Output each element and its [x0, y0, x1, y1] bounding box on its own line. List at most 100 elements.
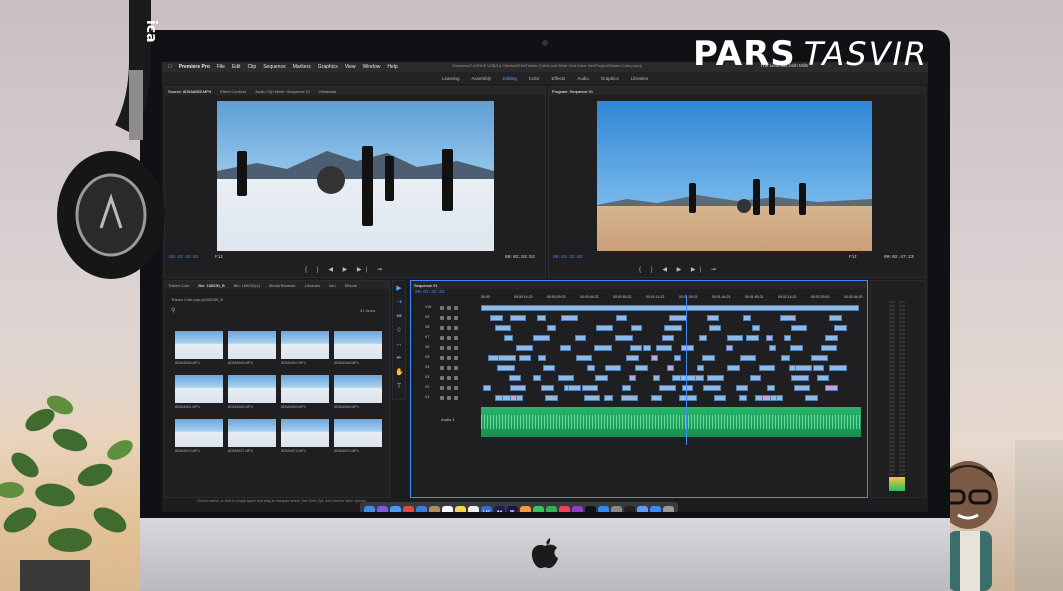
- timeline-clip[interactable]: [616, 315, 627, 321]
- dock-icon-music[interactable]: [559, 505, 570, 512]
- program-timecode[interactable]: 00:01:32:02: [553, 255, 583, 260]
- bin-item[interactable]: 8D5A6970.MP4: [175, 419, 223, 457]
- dock-icon-app-store[interactable]: [598, 505, 609, 512]
- timeline-clip[interactable]: [594, 345, 612, 351]
- track-header[interactable]: V3: [425, 375, 475, 381]
- timeline-clip[interactable]: [584, 395, 600, 401]
- timeline-clip[interactable]: [703, 385, 721, 391]
- timeline-clip[interactable]: [630, 345, 642, 351]
- timeline-clip[interactable]: [533, 335, 550, 341]
- bin-item[interactable]: 8D5A6946.MP4: [228, 331, 276, 369]
- dock-icon-calendar[interactable]: [442, 505, 453, 512]
- timeline-clip[interactable]: [746, 335, 759, 341]
- track-header[interactable]: V6: [425, 345, 475, 351]
- timeline-clip[interactable]: [681, 345, 694, 351]
- timeline-clip[interactable]: [736, 385, 748, 391]
- track-select-icon[interactable]: ⇢: [395, 299, 403, 307]
- bin-item[interactable]: 8D5A6971.MP4: [228, 419, 276, 457]
- track-header[interactable]: V4: [425, 365, 475, 371]
- timeline-clip[interactable]: [538, 355, 546, 361]
- timeline-clip[interactable]: [643, 345, 651, 351]
- timeline-clip[interactable]: [576, 355, 592, 361]
- timeline-clip[interactable]: [621, 395, 638, 401]
- dock-icon-prefs[interactable]: [611, 505, 622, 512]
- menu-edit[interactable]: Edit: [232, 64, 241, 70]
- track-header[interactable]: V9: [425, 315, 475, 321]
- timeline-clip[interactable]: [481, 305, 859, 311]
- timeline-clip[interactable]: [497, 365, 515, 371]
- bin-item[interactable]: 8D5A6961.MP4: [175, 375, 223, 413]
- timeline-clip[interactable]: [780, 315, 796, 321]
- timeline-clip[interactable]: [545, 395, 558, 401]
- program-transport-controls[interactable]: { } ◀ ▶ ▶| ⇥: [639, 266, 720, 273]
- tab-libraries[interactable]: Libraries: [305, 283, 320, 288]
- dock-icon-ae[interactable]: Ae: [494, 505, 505, 512]
- timeline-clip[interactable]: [626, 355, 639, 361]
- timeline-clip[interactable]: [791, 375, 809, 381]
- timeline-clip[interactable]: [829, 315, 842, 321]
- timeline-clip[interactable]: [595, 375, 608, 381]
- menu-file[interactable]: File: [217, 64, 225, 70]
- timeline-clip[interactable]: [483, 385, 491, 391]
- timeline-clip[interactable]: [541, 385, 554, 391]
- timeline-clip[interactable]: [635, 365, 648, 371]
- timeline-clip[interactable]: [629, 375, 636, 381]
- ripple-edit-icon[interactable]: ⇹: [395, 313, 403, 321]
- timeline-clip[interactable]: [795, 365, 812, 371]
- menu-sequence[interactable]: Sequence: [263, 64, 286, 70]
- timeline-timecode[interactable]: 00:01:32:02: [415, 290, 445, 295]
- timeline-clip[interactable]: [510, 315, 526, 321]
- ws-editing[interactable]: Editing: [503, 76, 517, 81]
- timeline-clip[interactable]: [813, 365, 824, 371]
- playhead[interactable]: [686, 295, 687, 445]
- menu-graphics[interactable]: Graphics: [318, 64, 338, 70]
- timeline-clip[interactable]: [664, 325, 682, 331]
- timeline-clip[interactable]: [490, 315, 503, 321]
- timeline-clip[interactable]: [679, 395, 697, 401]
- timeline-ruler[interactable]: 00:00 00:00:14:23 00:00:29:23 00:00:44:22 00…: [481, 295, 863, 301]
- dock-icon-trash[interactable]: [663, 505, 674, 512]
- bin-item[interactable]: 8D5A6945.MP4: [175, 331, 223, 369]
- track-header[interactable]: V2: [425, 385, 475, 391]
- ws-assembly[interactable]: Assembly: [471, 76, 491, 81]
- timeline-clip[interactable]: [582, 385, 598, 391]
- dock-icon-facetime[interactable]: [546, 505, 557, 512]
- timeline-clip[interactable]: [834, 325, 847, 331]
- ws-color[interactable]: Color: [529, 76, 540, 81]
- dock-icon-terminal[interactable]: [624, 505, 635, 512]
- dock-icon-notes[interactable]: [455, 505, 466, 512]
- timeline-clip[interactable]: [558, 375, 574, 381]
- timeline-clip[interactable]: [776, 395, 783, 401]
- timeline-clip[interactable]: [767, 385, 775, 391]
- source-transport-controls[interactable]: { } ◀ ▶ ▶| ⇥: [305, 266, 386, 273]
- timeline-clip[interactable]: [510, 385, 526, 391]
- timeline-clip[interactable]: [516, 345, 533, 351]
- timeline-clip[interactable]: [622, 385, 631, 391]
- dock-icon-messages[interactable]: [533, 505, 544, 512]
- bin-item[interactable]: 8D5A6963.MP4: [281, 375, 329, 413]
- dock-icon-reminders[interactable]: [468, 505, 479, 512]
- timeline-clip[interactable]: [709, 325, 721, 331]
- tab-program[interactable]: Program: Sequence 01: [552, 89, 593, 94]
- timeline-clip[interactable]: [759, 365, 775, 371]
- dock-icon-mail[interactable]: [416, 505, 427, 512]
- tab-media-browser[interactable]: Media Browser: [269, 283, 296, 288]
- ws-graphics[interactable]: Graphics: [601, 76, 619, 81]
- timeline-clip[interactable]: [560, 345, 571, 351]
- bin-item[interactable]: 8D5A6947.MP4: [281, 331, 329, 369]
- ws-audio[interactable]: Audio: [577, 76, 589, 81]
- bin-item[interactable]: 8D5A6973.MP4: [334, 419, 382, 457]
- timeline-clip[interactable]: [651, 355, 658, 361]
- bin-item[interactable]: 8D5A6962.MP4: [228, 375, 276, 413]
- bin-item[interactable]: 8D5A6964.MP4: [334, 375, 382, 413]
- menu-help[interactable]: Help: [387, 64, 397, 70]
- slip-icon[interactable]: ↔: [395, 341, 403, 349]
- timeline-clip[interactable]: [653, 375, 660, 381]
- timeline-clip[interactable]: [495, 325, 511, 331]
- tab-metadata[interactable]: Metadata: [319, 89, 336, 94]
- dock-icon-contacts[interactable]: [429, 505, 440, 512]
- dock-icon-lrc[interactable]: Lrc: [481, 505, 492, 512]
- timeline-clip[interactable]: [596, 325, 613, 331]
- dock-icon-safari[interactable]: [390, 505, 401, 512]
- timeline-clip[interactable]: [726, 345, 733, 351]
